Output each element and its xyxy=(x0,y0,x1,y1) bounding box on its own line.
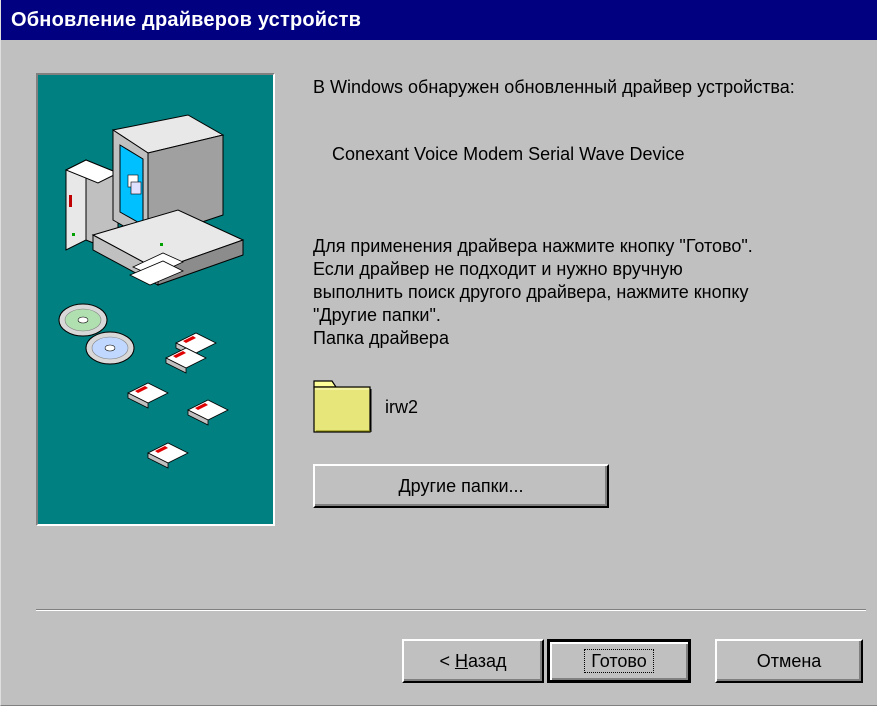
wizard-illustration xyxy=(36,73,275,526)
other-folders-button[interactable]: Другие папки... xyxy=(313,464,609,508)
cancel-button[interactable]: Отмена xyxy=(715,639,863,683)
back-prefix: < xyxy=(439,651,455,671)
window-title: Обновление драйверов устройств xyxy=(1,0,877,40)
instructions-line: Если драйвер не подходит и нужно вручную xyxy=(313,259,683,279)
browse-label: ругие папки... xyxy=(410,476,524,496)
device-name: Conexant Voice Modem Serial Wave Device xyxy=(332,144,685,164)
folder-name: irw2 xyxy=(385,397,419,417)
driver-folder-label: Папка драйвера xyxy=(313,328,449,348)
browse-mnemonic: Д xyxy=(398,476,411,496)
back-button[interactable]: < Назад xyxy=(402,639,544,683)
finish-label: Готово xyxy=(584,649,654,673)
back-mnemonic: Н xyxy=(454,651,468,671)
cd-disc-icon xyxy=(85,331,135,365)
instructions-line: Для применения драйвера нажмите кнопку "… xyxy=(313,236,753,256)
driver-found-message: В Windows обнаружен обновленный драйвер … xyxy=(313,77,795,97)
instructions-text: Для применения драйвера нажмите кнопку "… xyxy=(313,235,868,350)
folder-icon xyxy=(313,380,372,433)
back-label: азад xyxy=(467,651,507,671)
finish-button[interactable]: Готово xyxy=(547,639,691,683)
floppy-disk-icon xyxy=(127,382,169,409)
driver-update-dialog: Обновление драйверов устройств В Windows… xyxy=(0,0,877,706)
floppy-disk-icon xyxy=(147,442,189,469)
separator xyxy=(36,609,866,611)
cancel-label: Отмена xyxy=(756,651,822,671)
floppy-disk-icon xyxy=(187,399,229,426)
instructions-line: "Другие папки". xyxy=(313,305,441,325)
cd-disc-icon xyxy=(58,303,108,337)
floppy-disk-icon xyxy=(165,347,207,374)
instructions-line: выполнить поиск другого драйвера, нажмит… xyxy=(313,282,749,302)
